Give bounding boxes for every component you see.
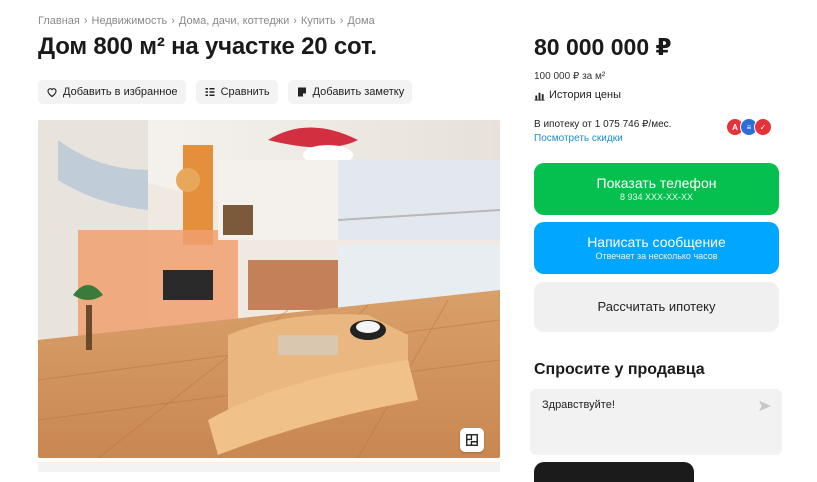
add-note-button[interactable]: Добавить заметку — [287, 80, 413, 104]
listing-photo[interactable] — [38, 120, 500, 458]
write-message-button[interactable]: Написать сообщение Отвечает за несколько… — [534, 222, 779, 274]
listing-actions: Добавить в избранное Сравнить Добавить з… — [38, 80, 413, 104]
send-icon[interactable] — [758, 399, 772, 413]
calculate-mortgage-button[interactable]: Рассчитать ипотеку — [534, 282, 779, 332]
note-icon — [297, 87, 306, 97]
heart-icon — [47, 88, 57, 98]
floorplan-icon — [466, 434, 478, 446]
price-history-link[interactable]: История цены — [534, 89, 621, 101]
photo-thumbnails-strip — [38, 462, 500, 472]
add-favorite-button[interactable]: Добавить в избранное — [38, 80, 186, 104]
compare-icon — [205, 88, 215, 96]
send-question-button[interactable] — [534, 462, 694, 482]
compare-label: Сравнить — [220, 86, 270, 98]
add-note-label: Добавить заметку — [312, 86, 405, 98]
calculate-mortgage-label: Рассчитать ипотеку — [597, 299, 716, 314]
floorplan-button[interactable] — [460, 428, 484, 452]
price-per-m2: 100 000 ₽ за м² — [534, 71, 606, 82]
add-favorite-label: Добавить в избранное — [63, 86, 178, 98]
price-history-label: История цены — [549, 89, 621, 101]
seller-message-input[interactable]: Здравствуйте! — [530, 389, 782, 455]
see-discounts-link[interactable]: Посмотреть скидки — [534, 133, 623, 144]
page-title: Дом 800 м² на участке 20 сот. — [38, 33, 377, 60]
breadcrumb-main[interactable]: Главная — [38, 15, 80, 27]
mortgage-text: В ипотеку от 1 075 746 ₽/мес. — [534, 119, 672, 130]
write-message-label: Написать сообщение — [587, 234, 726, 250]
price-total: 80 000 000 ₽ — [534, 34, 672, 60]
seller-message-text: Здравствуйте! — [542, 399, 615, 411]
bank-logos: А ≡ ✓ — [726, 118, 772, 136]
breadcrumb-houses-dachas[interactable]: Дома, дачи, коттеджи — [179, 15, 289, 27]
breadcrumb-realty[interactable]: Недвижимость — [92, 15, 168, 27]
breadcrumb-houses[interactable]: Дома — [347, 15, 374, 27]
compare-button[interactable]: Сравнить — [195, 80, 278, 104]
show-phone-button[interactable]: Показать телефон 8 934 XXX-XX-XX — [534, 163, 779, 215]
response-time-note: Отвечает за несколько часов — [595, 251, 718, 261]
breadcrumb: Главная › Недвижимость › Дома, дачи, коттедж… — [38, 15, 375, 27]
phone-number-masked: 8 934 XXX-XX-XX — [619, 192, 694, 202]
breadcrumb-buy[interactable]: Купить — [301, 15, 336, 27]
interior-photo — [38, 120, 500, 458]
show-phone-label: Показать телефон — [596, 175, 717, 191]
chart-icon — [534, 92, 545, 101]
ask-seller-heading: Спросите у продавца — [534, 361, 705, 378]
bank-logo-red: ✓ — [754, 118, 772, 136]
